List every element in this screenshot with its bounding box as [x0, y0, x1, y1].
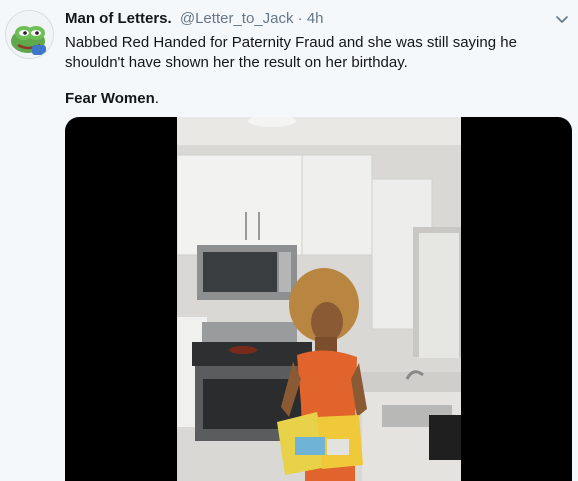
user-handle[interactable]: @Letter_to_Jack — [180, 10, 294, 27]
tweet-header: Man of Letters. @Letter_to_Jack · 4h — [65, 10, 324, 30]
display-name[interactable]: Man of Letters. — [65, 10, 172, 27]
timestamp[interactable]: 4h — [307, 10, 324, 27]
pepe-avatar-icon — [6, 11, 53, 58]
tweet[interactable]: Man of Letters. @Letter_to_Jack · 4h Nab… — [0, 0, 578, 481]
bold-text: Fear Women — [65, 90, 155, 107]
tweet-text: Nabbed Red Handed for Paternity Fraud an… — [65, 34, 517, 71]
separator: · — [297, 10, 303, 27]
user-avatar[interactable] — [5, 10, 54, 59]
trailing-period: . — [154, 90, 159, 107]
tweet-text-emphasis: Fear Women. — [65, 89, 159, 109]
video-frame — [177, 117, 461, 481]
video-player[interactable] — [65, 117, 572, 481]
chevron-down-icon[interactable] — [554, 11, 570, 27]
